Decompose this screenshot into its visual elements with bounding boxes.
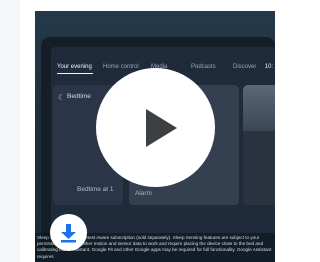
download-icon [61,224,76,243]
side-card [243,85,275,205]
tab-your-evening: Your evening [57,64,92,70]
bedtime-title: Bedtime [67,93,91,100]
device-clock: 10: [264,64,273,70]
side-card-image [243,85,275,131]
moon-icon: ☾ [58,93,66,102]
left-margin-strip [0,0,20,262]
active-tab-underline [57,73,93,74]
alarm-label: Alarm [135,190,152,197]
bedtime-subtitle: Bedtime at 1 [77,186,114,193]
tab-discover: Discover [233,64,257,70]
play-button[interactable] [96,68,215,187]
play-icon [146,109,177,147]
download-button[interactable] [50,214,87,251]
